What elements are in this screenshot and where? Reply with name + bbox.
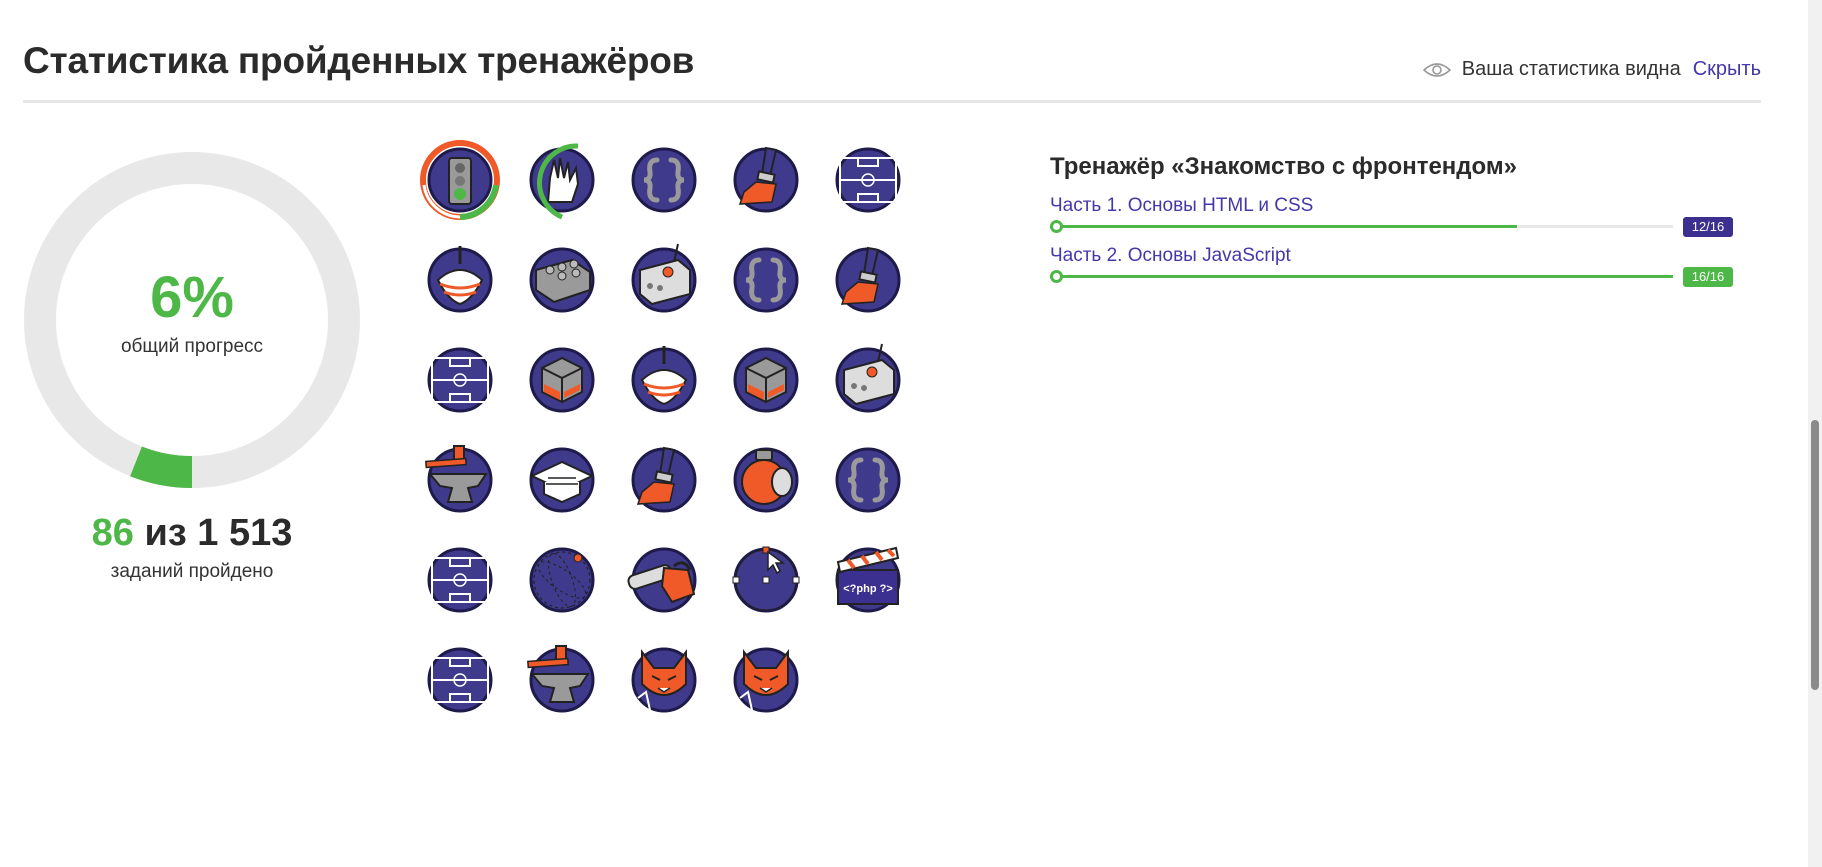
- control-box-icon: [631, 243, 697, 313]
- badge-diving-helmet[interactable]: [726, 440, 806, 520]
- anvil-icon: [527, 645, 595, 713]
- fox-icon: [631, 647, 697, 713]
- part-progress-fill: [1050, 225, 1518, 228]
- chainsaw-icon: [627, 547, 697, 613]
- part-progress-track: [1050, 270, 1673, 283]
- vulcan-hand-icon: [529, 143, 595, 220]
- badge-football-field[interactable]: [420, 640, 500, 720]
- visibility-status: Ваша статистика видна Скрыть: [1422, 58, 1761, 81]
- part-progress-start-dot: [1050, 270, 1063, 283]
- badge-paint-brush[interactable]: [828, 240, 908, 320]
- vector-cursor-icon: [732, 546, 800, 613]
- spinning-top-icon: [427, 246, 493, 313]
- paint-brush-icon: [631, 446, 697, 513]
- spinning-top-icon: [631, 346, 697, 413]
- overall-percent-caption: общий прогресс: [120, 336, 264, 357]
- part-progress-fill: [1050, 275, 1673, 278]
- curly-braces-icon: [733, 247, 799, 313]
- trainer-details: Тренажёр «Знакомство с фронтендом» Часть…: [1050, 153, 1735, 287]
- trainer-part: Часть 1. Основы HTML и CSS 12/16: [1050, 195, 1735, 237]
- paint-brush-icon: [835, 246, 901, 313]
- diving-helmet-icon: [733, 447, 799, 513]
- badge-traffic-light[interactable]: [420, 140, 500, 220]
- tasks-caption: заданий пройдено: [110, 561, 274, 582]
- badge-anvil[interactable]: [522, 640, 602, 720]
- badge-rubiks-cube[interactable]: [726, 340, 806, 420]
- tasks-done: 86: [91, 512, 134, 554]
- curly-braces-icon: [835, 447, 901, 513]
- football-field-icon: [427, 547, 493, 613]
- trainer-part: Часть 2. Основы JavaScript 16/16: [1050, 245, 1735, 287]
- page-title: Статистика пройденных тренажёров: [23, 40, 695, 81]
- badge-control-box[interactable]: [624, 240, 704, 320]
- badge-football-field[interactable]: [420, 540, 500, 620]
- badge-curly-braces[interactable]: [828, 440, 908, 520]
- football-field-icon: [427, 347, 493, 413]
- badge-vector-cursor[interactable]: [726, 540, 806, 620]
- badge-rubiks-cube[interactable]: [522, 340, 602, 420]
- traffic-light-icon: [420, 140, 500, 220]
- part-1-link[interactable]: Часть 1. Основы HTML и CSS: [1050, 195, 1735, 217]
- part-progress-track: [1050, 220, 1673, 233]
- part-progress-badge: 16/16: [1683, 267, 1733, 287]
- trainer-title: Тренажёр «Знакомство с фронтендом»: [1050, 153, 1517, 180]
- badge-php-clapper[interactable]: <?php ?>: [828, 540, 908, 620]
- tasks-count: 86 из 1 513: [24, 514, 360, 552]
- rubiks-cube-icon: [733, 347, 799, 413]
- curly-braces-icon: [631, 147, 697, 213]
- part-progress-badge: 12/16: [1683, 217, 1733, 237]
- badge-fox[interactable]: [624, 640, 704, 720]
- badge-spinning-top[interactable]: [420, 240, 500, 320]
- paint-brush-icon: [733, 146, 799, 213]
- badge-graduation-cap[interactable]: [522, 440, 602, 520]
- badge-lego-brick[interactable]: [522, 240, 602, 320]
- badge-control-box[interactable]: [828, 340, 908, 420]
- orbit-icon: [529, 547, 595, 613]
- part-2-link[interactable]: Часть 2. Основы JavaScript: [1050, 245, 1735, 267]
- badge-anvil[interactable]: [420, 440, 500, 520]
- badge-chainsaw[interactable]: [624, 540, 704, 620]
- hide-stats-link[interactable]: Скрыть: [1693, 58, 1761, 81]
- graduation-cap-icon: [529, 447, 595, 513]
- tasks-total: из 1 513: [144, 512, 293, 554]
- anvil-icon: [425, 445, 493, 513]
- badge-paint-brush[interactable]: [624, 440, 704, 520]
- badge-football-field[interactable]: [828, 140, 908, 220]
- php-clapper-icon: <?php ?>: [835, 546, 901, 613]
- lego-brick-icon: [529, 247, 595, 313]
- scrollbar-thumb[interactable]: [1811, 420, 1819, 690]
- eye-icon: [1422, 62, 1451, 77]
- visibility-text: Ваша статистика видна: [1461, 58, 1681, 80]
- badge-orbit[interactable]: [522, 540, 602, 620]
- badge-paint-brush[interactable]: [726, 140, 806, 220]
- section-header: Статистика пройденных тренажёров Ваша ст…: [23, 40, 1761, 103]
- badge-php-text: <?php ?>: [843, 583, 893, 595]
- control-box-icon: [835, 343, 901, 413]
- badge-fox[interactable]: [726, 640, 806, 720]
- page-scrollbar[interactable]: [1808, 0, 1822, 867]
- football-field-icon: [427, 647, 493, 713]
- rubiks-cube-icon: [529, 347, 595, 413]
- badge-curly-braces[interactable]: [624, 140, 704, 220]
- part-progress-start-dot: [1050, 220, 1063, 233]
- overall-progress-ring: 6% общий прогресс: [24, 152, 360, 488]
- badge-curly-braces[interactable]: [726, 240, 806, 320]
- badge-spinning-top[interactable]: [624, 340, 704, 420]
- football-field-icon: [835, 147, 901, 213]
- badge-vulcan-hand[interactable]: [522, 140, 602, 220]
- fox-icon: [733, 647, 799, 713]
- badge-football-field[interactable]: [420, 340, 500, 420]
- overall-percent: 6%: [150, 265, 234, 330]
